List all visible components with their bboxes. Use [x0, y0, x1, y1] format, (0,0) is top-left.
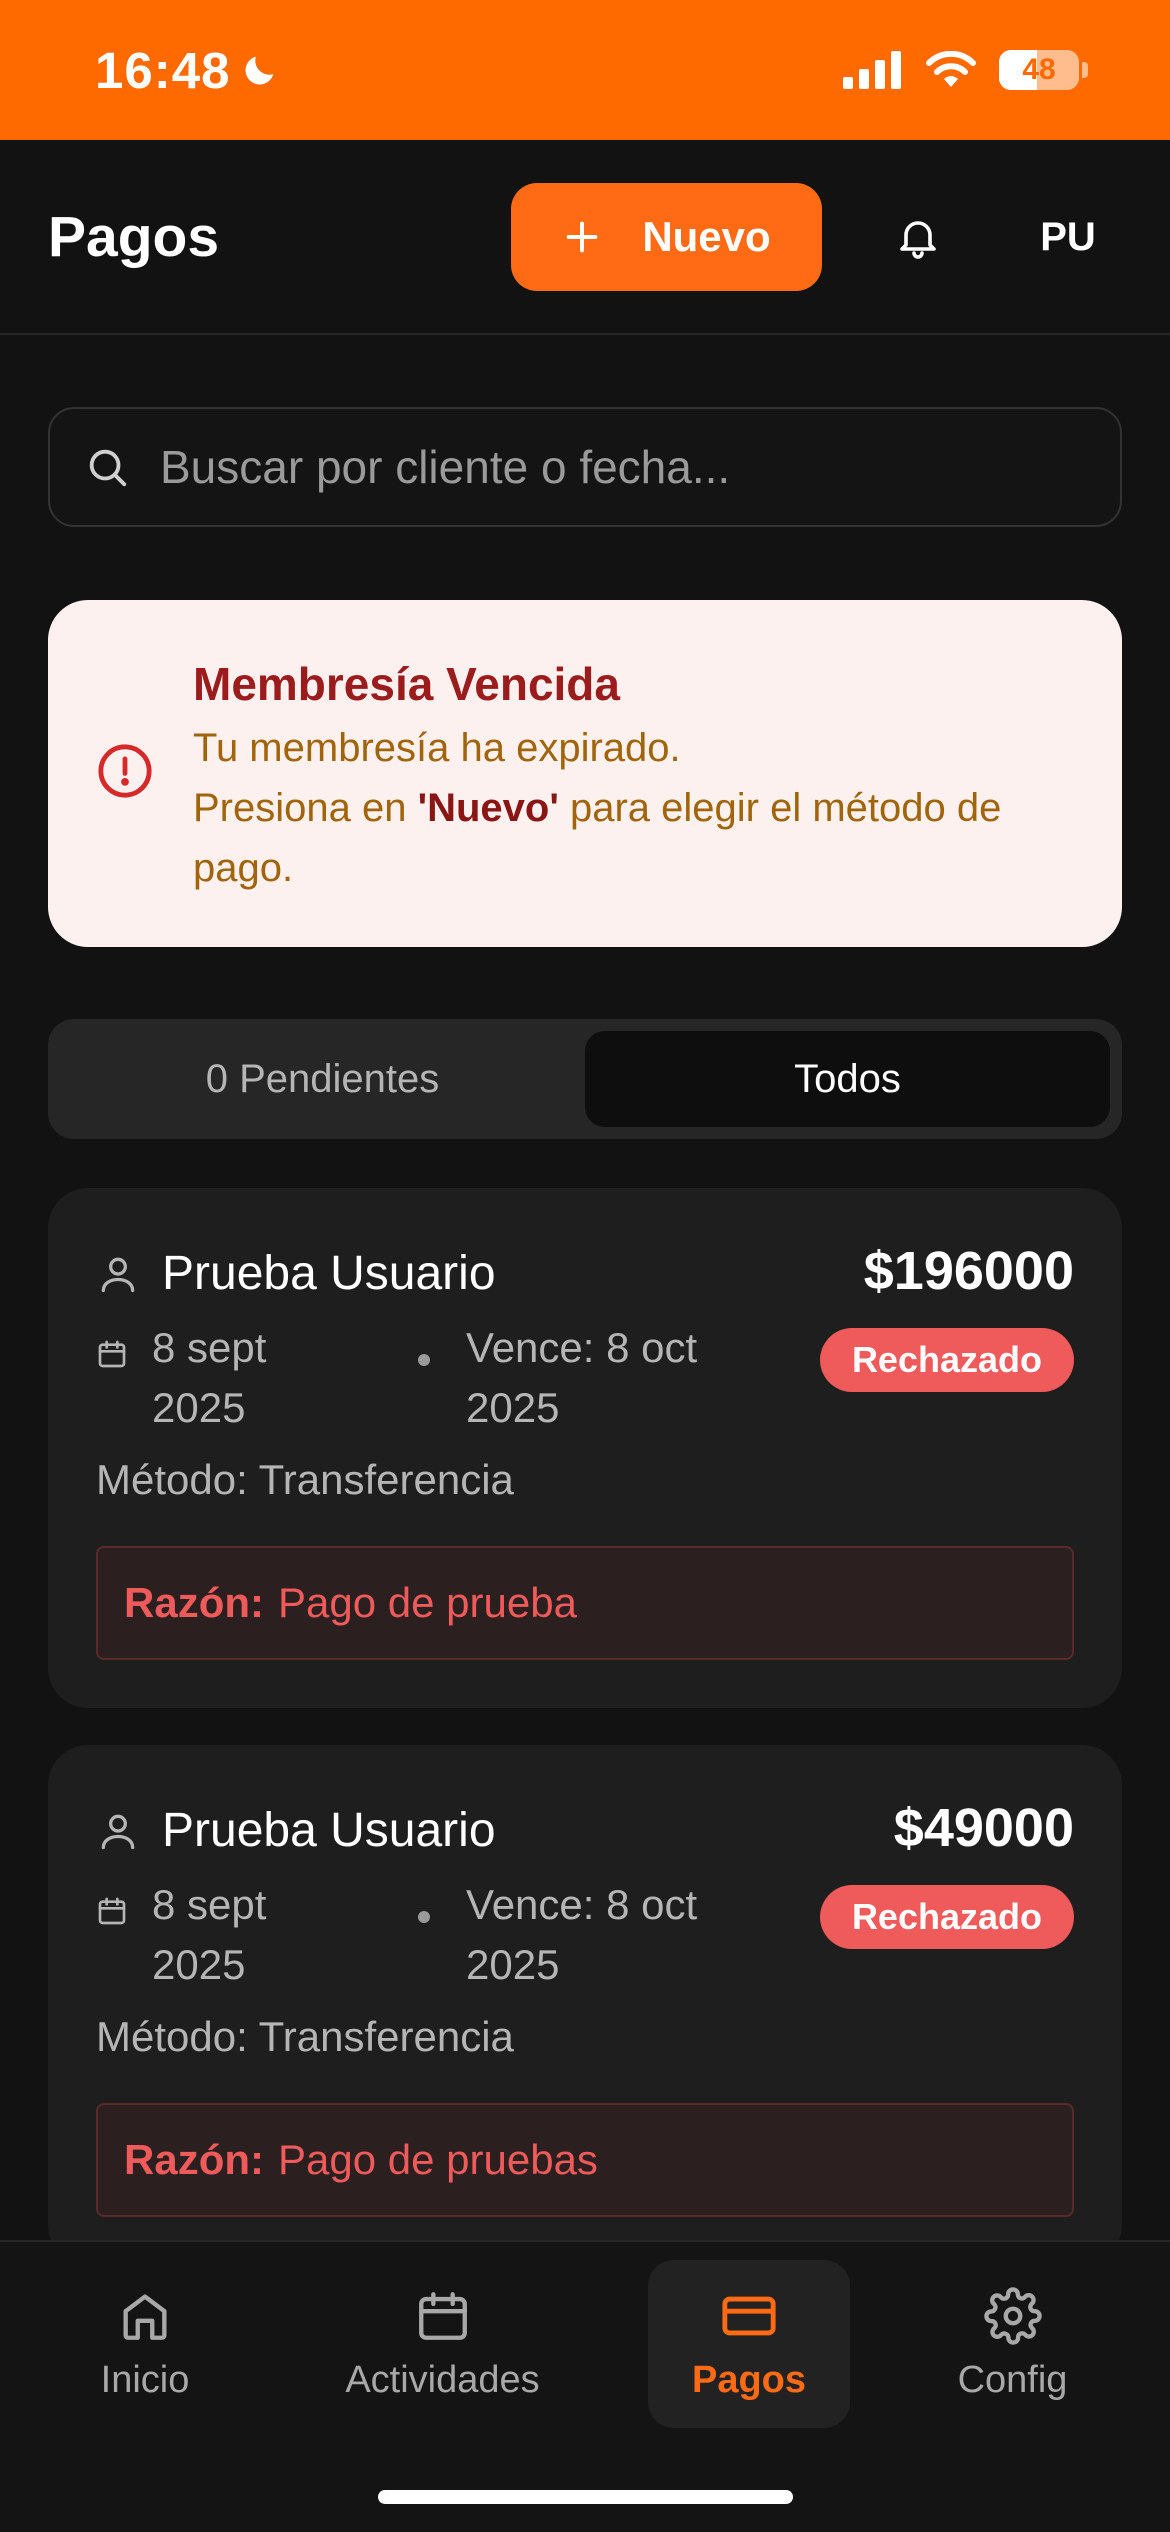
rejection-reason: Razón: Pago de pruebas: [96, 2103, 1074, 2217]
bell-icon: [900, 221, 936, 259]
alert-message: Tu membresía ha expirado. Presiona en 'N…: [193, 718, 1082, 898]
separator-dot: [418, 1911, 430, 1923]
date-row: 8 sept 2025 Vence: 8 oct 2025: [96, 1318, 746, 1438]
nav-item-pagos[interactable]: Pagos: [648, 2260, 850, 2428]
battery-icon: 48: [999, 50, 1079, 90]
app-header: Pagos Nuevo PU: [0, 140, 1170, 335]
search-icon: [89, 449, 127, 487]
reason-text: Pago de prueba: [278, 1579, 577, 1626]
payment-date: 8 sept 2025: [152, 1318, 382, 1438]
payment-date-line-2: 2025: [152, 1384, 246, 1431]
reason-text: Pago de pruebas: [278, 2136, 598, 2183]
user-icon: [101, 1814, 135, 1849]
nav-label-config: Config: [957, 2358, 1068, 2401]
alert-line-2-bold: 'Nuevo': [417, 786, 559, 830]
status-right: 48: [843, 50, 1088, 90]
rejection-reason: Razón: Pago de prueba: [96, 1546, 1074, 1660]
gear-icon: [983, 2286, 1042, 2345]
due-date-line-2: 2025: [466, 1941, 560, 1988]
alert-line-1: Tu membresía ha expirado.: [193, 726, 681, 770]
membership-expired-alert: Membresía Vencida Tu membresía ha expira…: [48, 600, 1122, 947]
payment-card[interactable]: Prueba Usuario $196000 Rechazado 8 sept …: [48, 1188, 1122, 1708]
alert-line-2-prefix: Presiona en: [193, 786, 418, 830]
nav-label-actividades: Actividades: [345, 2358, 540, 2401]
new-button-label: Nuevo: [642, 213, 771, 260]
calendar-icon: [98, 1340, 126, 1368]
user-icon: [101, 1257, 135, 1292]
filter-tabs: 0 Pendientes Todos: [48, 1019, 1122, 1139]
payment-amount: $49000: [893, 1798, 1074, 1858]
client-row: Prueba Usuario: [96, 1803, 496, 1858]
due-date: Vence: 8 oct 2025: [466, 1875, 746, 1995]
payment-date-line-2: 2025: [152, 1941, 246, 1988]
battery-level: 48: [1022, 53, 1056, 86]
battery-cap: [1082, 62, 1088, 78]
payment-method: Método: Transferencia: [96, 2013, 514, 2060]
payment-method: Método: Transferencia: [96, 1456, 514, 1503]
alert-line-2: Presiona en 'Nuevo' para elegir el métod…: [193, 778, 1082, 898]
plus-icon: [566, 221, 598, 253]
payments-screen: 16:48 48 Pagos Nuevo PU Buscar por clien…: [0, 0, 1170, 2532]
separator-dot: [418, 1354, 430, 1366]
due-date-line-1: Vence: 8 oct: [466, 1324, 698, 1371]
home-indicator: [378, 2490, 793, 2504]
moon-icon: [245, 56, 274, 85]
bottom-nav: Inicio Actividades Pagos Config: [0, 2240, 1170, 2532]
payment-date: 8 sept 2025: [152, 1875, 382, 1995]
payment-date-line-1: 8 sept: [152, 1881, 267, 1928]
calendar-icon: [98, 1897, 126, 1925]
nav-label-pagos: Pagos: [691, 2358, 807, 2401]
status-bar: 16:48 48: [0, 0, 1170, 140]
wifi-icon: [926, 51, 976, 87]
status-left: 16:48: [95, 41, 280, 100]
search-input[interactable]: [160, 440, 1120, 494]
signal-icon: [843, 51, 901, 89]
payment-card[interactable]: Prueba Usuario $49000 Rechazado 8 sept 2…: [48, 1745, 1122, 2265]
date-row: 8 sept 2025 Vence: 8 oct 2025: [96, 1875, 746, 1995]
client-name: Prueba Usuario: [162, 1247, 496, 1300]
client-row: Prueba Usuario: [96, 1246, 496, 1301]
tab-pending[interactable]: 0 Pendientes: [60, 1031, 585, 1127]
avatar[interactable]: PU: [1010, 183, 1126, 291]
nav-label-inicio: Inicio: [100, 2358, 190, 2401]
payment-amount: $196000: [863, 1241, 1074, 1301]
alert-circle-icon: [98, 744, 152, 798]
payment-date-line-1: 8 sept: [152, 1324, 267, 1371]
credit-card-icon: [722, 2296, 776, 2335]
tab-all[interactable]: Todos: [585, 1031, 1110, 1127]
nav-item-actividades[interactable]: Actividades: [330, 2260, 555, 2428]
reason-label: Razón:: [124, 2136, 264, 2183]
home-icon: [123, 2293, 167, 2340]
status-badge: Rechazado: [819, 1328, 1074, 1392]
alert-title: Membresía Vencida: [193, 658, 620, 710]
status-badge: Rechazado: [819, 1885, 1074, 1949]
reason-label: Razón:: [124, 1579, 264, 1626]
client-name: Prueba Usuario: [162, 1804, 496, 1857]
status-time: 16:48: [95, 41, 231, 99]
page-title: Pagos: [48, 205, 220, 269]
nav-item-inicio[interactable]: Inicio: [60, 2260, 230, 2428]
new-payment-button[interactable]: Nuevo: [511, 183, 822, 291]
battery-indicator: 48: [999, 50, 1088, 90]
due-date: Vence: 8 oct 2025: [466, 1318, 746, 1438]
calendar-icon: [418, 2291, 467, 2340]
due-date-line-2: 2025: [466, 1384, 560, 1431]
due-date-line-1: Vence: 8 oct: [466, 1881, 698, 1928]
search-bar[interactable]: [48, 407, 1122, 527]
nav-item-config[interactable]: Config: [930, 2260, 1095, 2428]
notifications-button[interactable]: [862, 183, 974, 291]
